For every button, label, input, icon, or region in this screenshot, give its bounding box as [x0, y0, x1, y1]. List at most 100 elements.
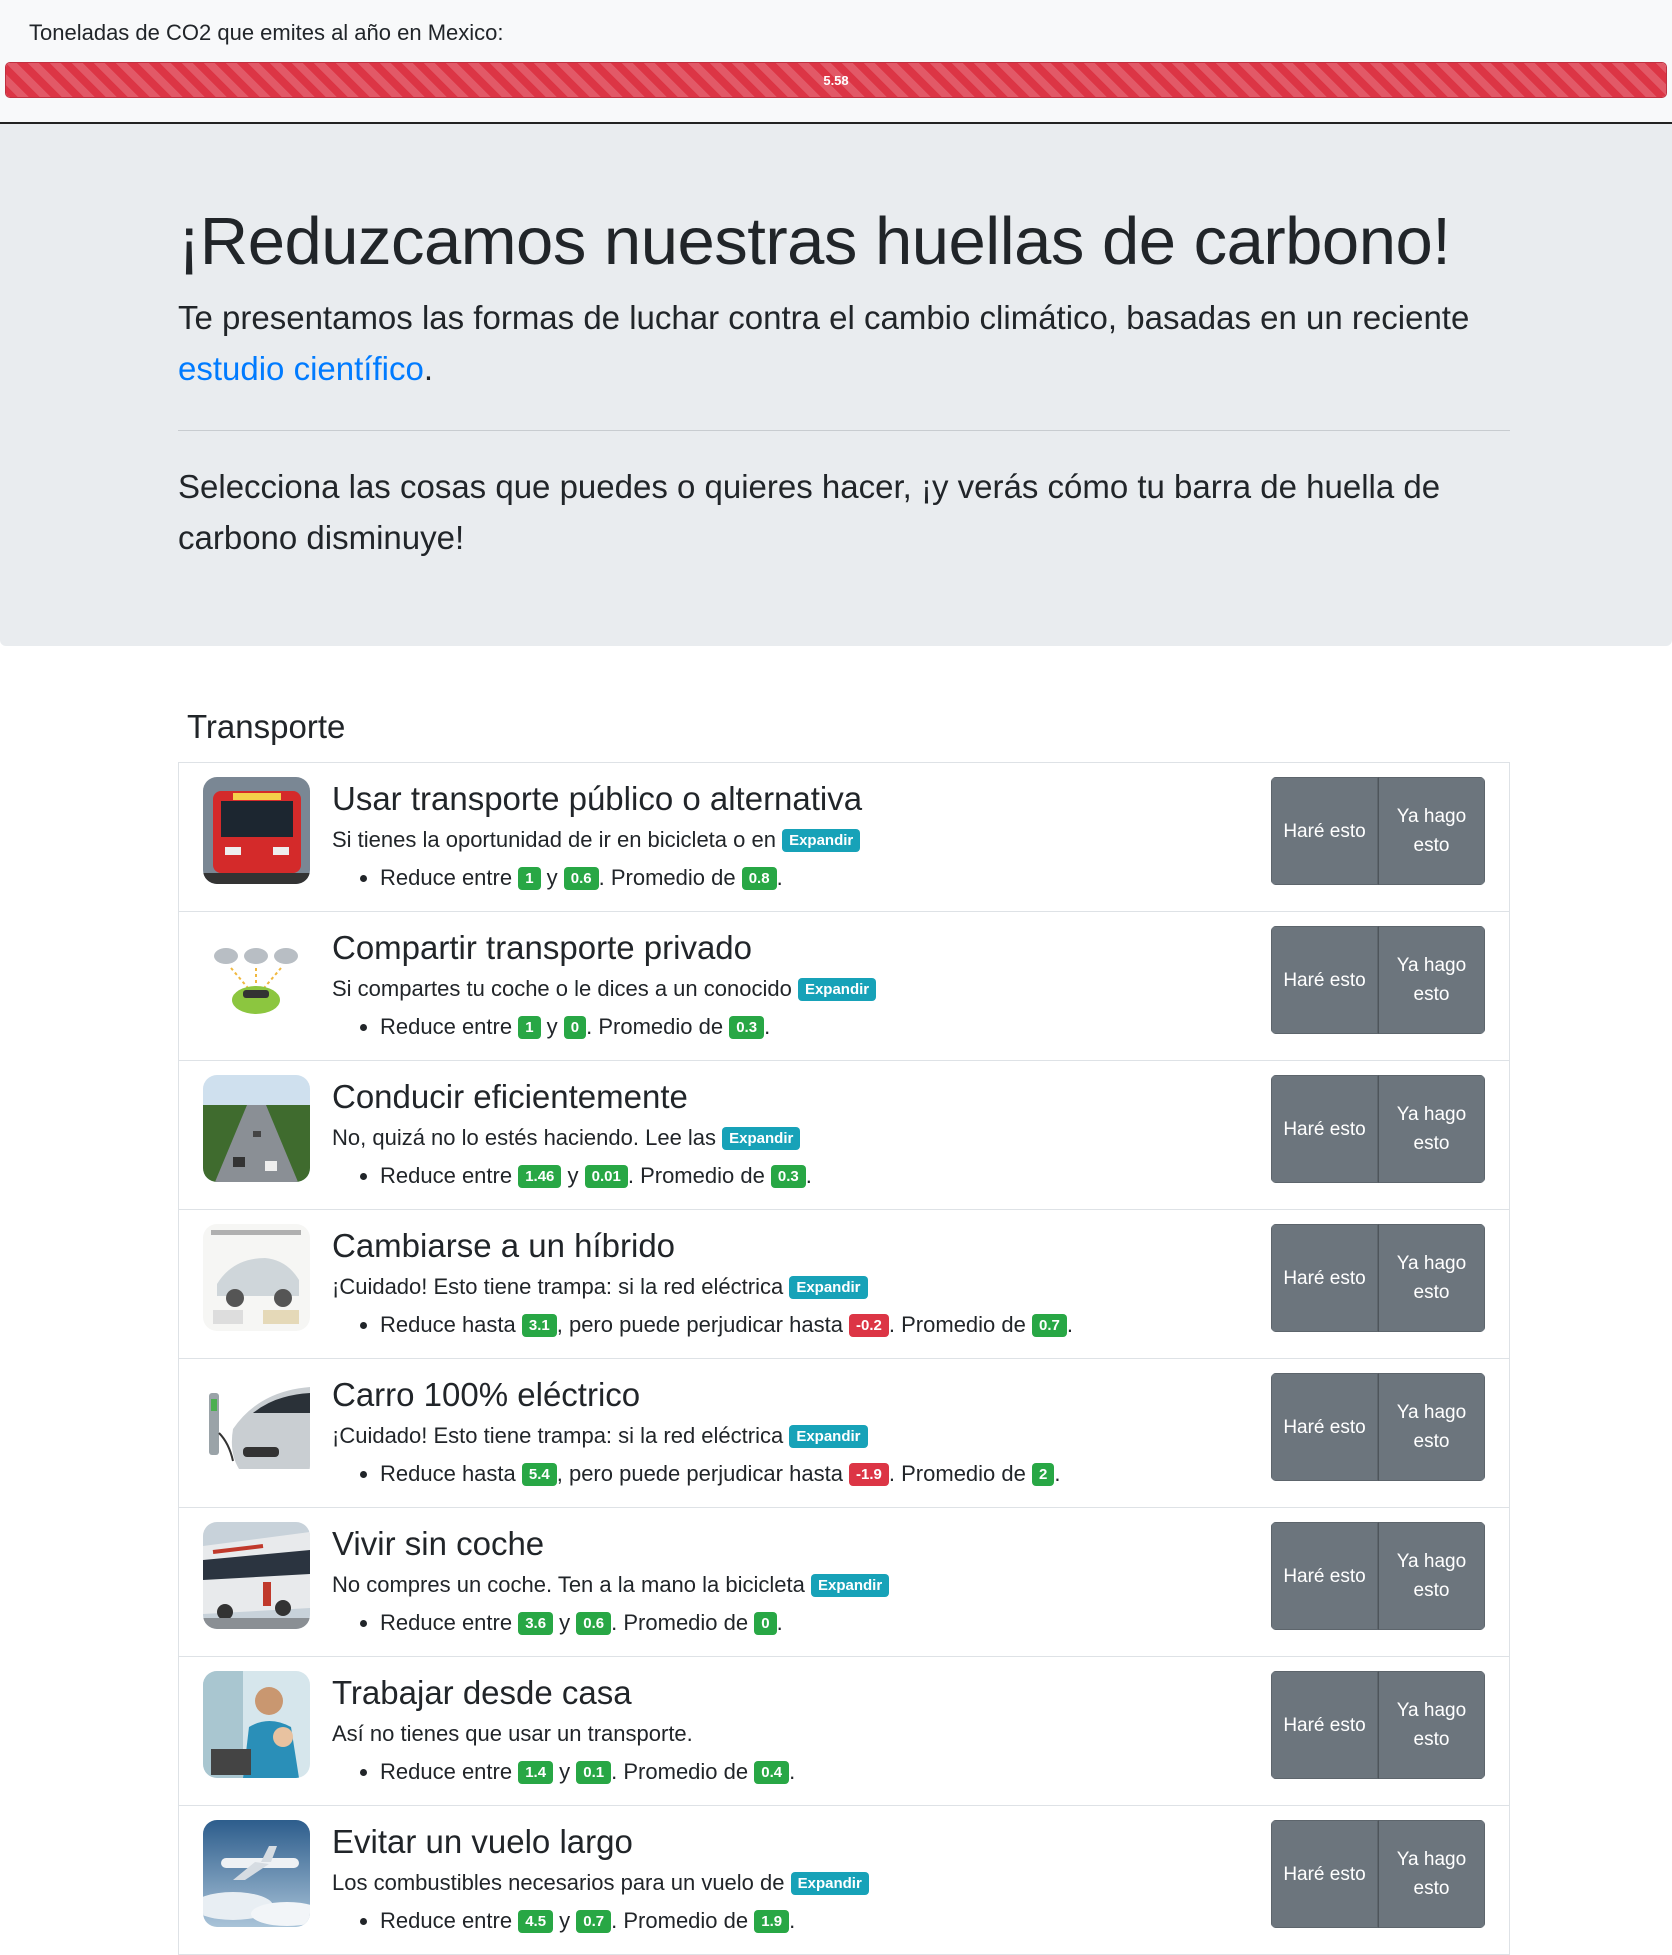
stat-text: . Promedio de: [611, 1908, 755, 1933]
will-do-button[interactable]: Haré esto: [1271, 1224, 1378, 1332]
expand-button[interactable]: Expandir: [782, 829, 861, 852]
already-do-button[interactable]: Ya hago esto: [1378, 1075, 1485, 1183]
action-button-group: Haré esto Ya hago esto: [1271, 1671, 1485, 1779]
stat-text: .: [764, 1014, 771, 1039]
already-do-button[interactable]: Ya hago esto: [1378, 1820, 1485, 1928]
expand-button[interactable]: Expandir: [797, 978, 877, 1001]
stat-text: y: [540, 1014, 564, 1039]
expand-button[interactable]: Expandir: [790, 1872, 869, 1895]
stat-text: y: [553, 1759, 577, 1784]
stat-text: .: [1054, 1461, 1061, 1486]
already-do-button[interactable]: Ya hago esto: [1378, 777, 1485, 885]
stat-text: . Promedio de: [888, 1461, 1032, 1486]
stat-max-badge: 0.7: [576, 1910, 612, 1933]
bus-icon: [203, 777, 310, 884]
stat-max-badge: 5.4: [521, 1463, 557, 1486]
will-do-button[interactable]: Haré esto: [1271, 926, 1378, 1034]
will-do-button[interactable]: Haré esto: [1271, 1373, 1378, 1481]
item-description-text: ¡Cuidado! Esto tiene trampa: si la red e…: [332, 1423, 790, 1448]
stat-text: y: [553, 1610, 577, 1635]
hybrid-car-icon: [203, 1224, 310, 1331]
stat-min-badge: 1: [518, 867, 541, 890]
stat-min-badge: 1.46: [518, 1165, 562, 1188]
hero-instruction: Selecciona las cosas que puedes o quiere…: [178, 468, 1441, 556]
stat-text: .: [1066, 1312, 1073, 1337]
list-item: Conducir eficientemente No, quizá no lo …: [179, 1061, 1509, 1210]
hero-lead: Te presentamos las formas de luchar cont…: [178, 292, 1518, 394]
hero-lead-text: Te presentamos las formas de luchar cont…: [178, 299, 1470, 336]
highway-icon: [203, 1075, 310, 1182]
already-do-button[interactable]: Ya hago esto: [1378, 1522, 1485, 1630]
stat-text: Reduce hasta: [380, 1312, 522, 1337]
stat-text: . Promedio de: [888, 1312, 1032, 1337]
list-item: Cambiarse a un híbrido ¡Cuidado! Esto ti…: [179, 1210, 1509, 1359]
action-button-group: Haré esto Ya hago esto: [1271, 1075, 1485, 1183]
item-description-text: No, quizá no lo estés haciendo. Lee las: [332, 1125, 723, 1150]
list-item: Carro 100% eléctrico ¡Cuidado! Esto tien…: [179, 1359, 1509, 1508]
already-do-button[interactable]: Ya hago esto: [1378, 1671, 1485, 1779]
item-description-text: Si compartes tu coche o le dices a un co…: [332, 976, 798, 1001]
expand-button[interactable]: Expandir: [722, 1127, 801, 1150]
carpool-icon: [203, 926, 310, 1033]
already-do-button[interactable]: Ya hago esto: [1378, 926, 1485, 1034]
stat-min-badge: 1.4: [518, 1761, 554, 1784]
stat-avg-badge: 0.7: [1031, 1314, 1067, 1337]
stat-text: . Promedio de: [598, 865, 742, 890]
co2-progress-fill: 5.58: [6, 63, 1666, 97]
hero-jumbotron: ¡Reduzcamos nuestras huellas de carbono!…: [0, 124, 1672, 646]
hero-divider: [178, 430, 1510, 431]
page-title: ¡Reduzcamos nuestras huellas de carbono!: [178, 204, 1451, 279]
electric-car-icon: [203, 1373, 310, 1480]
action-button-group: Haré esto Ya hago esto: [1271, 1522, 1485, 1630]
stat-harm-badge: -0.2: [849, 1314, 889, 1337]
stat-min-badge: 1: [518, 1016, 541, 1039]
stat-text: Reduce entre: [380, 1014, 519, 1039]
list-item: Trabajar desde casa Así no tienes que us…: [179, 1657, 1509, 1806]
stat-text: Reduce entre: [380, 865, 519, 890]
stat-max-badge: 0.1: [576, 1761, 612, 1784]
will-do-button[interactable]: Haré esto: [1271, 1820, 1378, 1928]
stat-text: Reduce entre: [380, 1759, 519, 1784]
expand-button[interactable]: Expandir: [789, 1425, 868, 1448]
expand-button[interactable]: Expandir: [810, 1574, 890, 1597]
stat-max-badge: 0.6: [576, 1612, 612, 1635]
will-do-button[interactable]: Haré esto: [1271, 1671, 1378, 1779]
stat-max-badge: 0: [563, 1016, 587, 1039]
stat-text: .: [789, 1908, 796, 1933]
stat-min-badge: 3.6: [518, 1612, 554, 1635]
stat-avg-badge: 2: [1031, 1463, 1055, 1486]
stat-avg-badge: 0: [754, 1612, 777, 1635]
hero-lead-end: .: [423, 350, 433, 387]
stat-text: y: [561, 1163, 585, 1188]
co2-label: Toneladas de CO2 que emites al año en Me…: [29, 20, 504, 45]
will-do-button[interactable]: Haré esto: [1271, 1075, 1378, 1183]
stat-text: Reduce hasta: [380, 1461, 522, 1486]
stat-harm-badge: -1.9: [849, 1463, 889, 1486]
will-do-button[interactable]: Haré esto: [1271, 1522, 1378, 1630]
stat-max-badge: 0.6: [563, 867, 599, 890]
already-do-button[interactable]: Ya hago esto: [1378, 1373, 1485, 1481]
stat-text: , pero puede perjudicar hasta: [556, 1461, 850, 1486]
stat-avg-badge: 0.3: [770, 1165, 806, 1188]
list-item: Usar transporte público o alternativa Si…: [179, 763, 1509, 912]
stat-text: . Promedio de: [611, 1610, 755, 1635]
stat-text: . Promedio de: [586, 1014, 730, 1039]
stat-text: y: [553, 1908, 577, 1933]
action-button-group: Haré esto Ya hago esto: [1271, 1373, 1485, 1481]
already-do-button[interactable]: Ya hago esto: [1378, 1224, 1485, 1332]
item-description-text: Los combustibles necesarios para un vuel…: [332, 1870, 791, 1895]
study-link[interactable]: estudio científico: [178, 350, 424, 387]
stat-text: Reduce entre: [380, 1610, 519, 1635]
will-do-button[interactable]: Haré esto: [1271, 777, 1378, 885]
stat-avg-badge: 0.4: [754, 1761, 790, 1784]
stat-text: , pero puede perjudicar hasta: [556, 1312, 850, 1337]
stat-text: y: [540, 865, 564, 890]
action-button-group: Haré esto Ya hago esto: [1271, 926, 1485, 1034]
stat-text: . Promedio de: [611, 1759, 755, 1784]
item-description-text: No compres un coche. Ten a la mano la bi…: [332, 1572, 811, 1597]
stat-text: Reduce entre: [380, 1163, 519, 1188]
home-office-icon: [203, 1671, 310, 1778]
stat-avg-badge: 0.3: [729, 1016, 765, 1039]
item-description-text: Si tienes la oportunidad de ir en bicicl…: [332, 827, 783, 852]
expand-button[interactable]: Expandir: [789, 1276, 868, 1299]
